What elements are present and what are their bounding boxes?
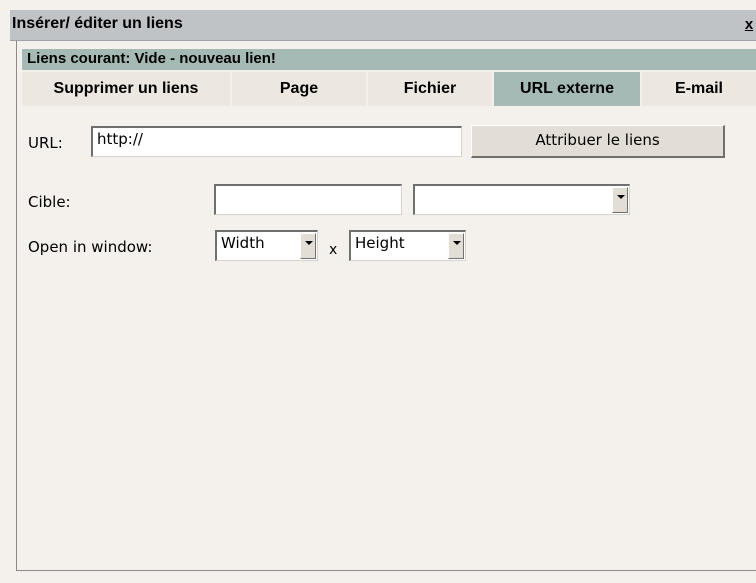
- current-link-status: Liens courant: Vide - nouveau lien!: [22, 49, 756, 70]
- chevron-down-icon[interactable]: [448, 233, 464, 259]
- window-title: Insérer/ éditer un liens: [12, 15, 183, 32]
- tab-page[interactable]: Page: [232, 72, 366, 106]
- tab-bar: Supprimer un liens Page Fichier URL exte…: [22, 72, 756, 106]
- window-width-select[interactable]: Width: [215, 230, 318, 261]
- status-text: Liens courant: Vide - nouveau lien!: [27, 50, 276, 67]
- close-icon[interactable]: x: [742, 16, 756, 34]
- tab-email[interactable]: E-mail: [642, 72, 756, 106]
- tab-file[interactable]: Fichier: [368, 72, 492, 106]
- tab-external-url[interactable]: URL externe: [494, 72, 640, 106]
- chevron-down-icon[interactable]: [300, 233, 316, 259]
- dialog-bottom-border: [16, 570, 756, 571]
- target-select[interactable]: [413, 184, 630, 215]
- apply-link-button[interactable]: Attribuer le liens: [471, 125, 725, 158]
- dimension-separator: x: [329, 242, 338, 258]
- window-width-value: Width: [221, 234, 265, 252]
- open-in-window-label: Open in window:: [28, 238, 153, 256]
- window-height-select[interactable]: Height: [349, 230, 466, 261]
- url-input[interactable]: http://: [91, 126, 462, 157]
- target-input[interactable]: [214, 184, 402, 215]
- dialog-body: [17, 41, 756, 570]
- tab-delete-link[interactable]: Supprimer un liens: [22, 72, 230, 106]
- target-label: Cible:: [28, 193, 71, 211]
- url-label: URL:: [28, 134, 63, 152]
- title-bar: Insérer/ éditer un liens x: [10, 10, 756, 41]
- window-height-value: Height: [355, 234, 405, 252]
- chevron-down-icon[interactable]: [612, 187, 628, 213]
